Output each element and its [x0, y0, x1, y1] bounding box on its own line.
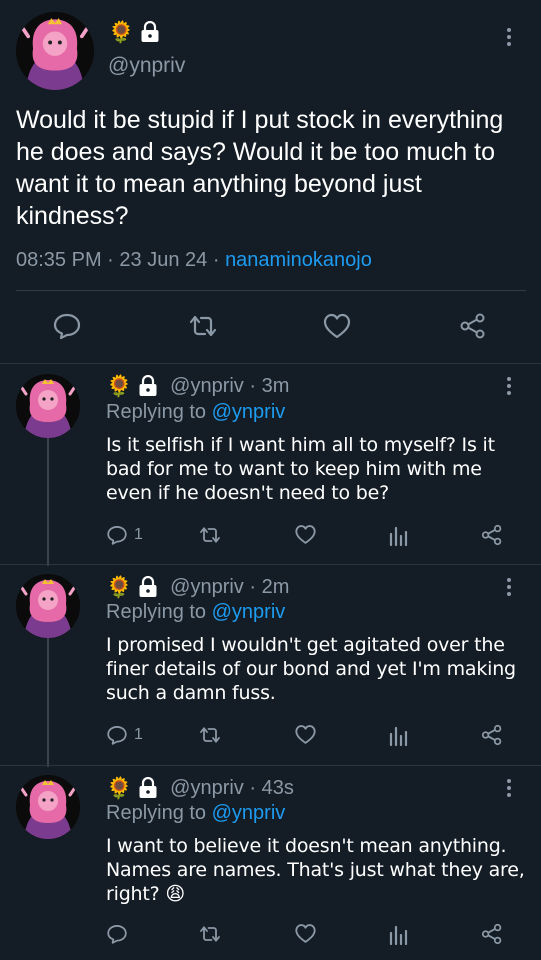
avatar[interactable]	[16, 574, 80, 638]
more-icon[interactable]	[507, 377, 513, 395]
main-tweet-header: 🌻 @ynpriv	[0, 0, 541, 100]
replying-handle[interactable]: @ynpriv	[212, 601, 286, 623]
sunflower-emoji: 🌻	[106, 575, 133, 599]
reply-actions	[0, 921, 541, 951]
lock-icon	[139, 375, 157, 396]
author-handle[interactable]: @ynpriv · 3m	[170, 375, 289, 398]
tweet-metadata: 08:35 PM · 23 Jun 24 · nanaminokanojo	[16, 249, 372, 272]
replying-to: Replying to @ynpriv	[106, 401, 285, 424]
reply-text: I promised I wouldn't get agitated over …	[106, 634, 516, 704]
more-icon[interactable]	[507, 28, 513, 46]
like-icon	[295, 725, 316, 744]
divider	[16, 290, 526, 291]
replying-to: Replying to @ynpriv	[106, 601, 285, 624]
replying-handle[interactable]: @ynpriv	[212, 802, 286, 824]
analytics-button[interactable]	[388, 923, 408, 945]
retweet-button[interactable]	[198, 922, 222, 946]
main-tweet-actions	[0, 306, 541, 348]
like-button[interactable]	[294, 922, 317, 945]
reply-text: I want to believe it doesn't mean anythi…	[106, 835, 525, 905]
share-button[interactable]	[480, 523, 504, 547]
reply-icon	[107, 526, 127, 545]
reply-tweet[interactable]: 🌻 @ynpriv · 43s Replying to @ynpriv I wa…	[0, 766, 541, 960]
reply-count: 1	[134, 726, 143, 743]
more-icon[interactable]	[507, 578, 513, 596]
retweet-icon	[189, 315, 217, 337]
reply-header: 🌻 @ynpriv · 3m	[106, 374, 289, 398]
share-button[interactable]	[458, 311, 488, 341]
reply-tweet[interactable]: 🌻 @ynpriv · 3m Replying to @ynpriv Is it…	[0, 364, 541, 566]
share-icon	[481, 724, 502, 746]
analytics-icon	[389, 925, 408, 945]
sunflower-emoji: 🌻	[106, 776, 133, 800]
share-button[interactable]	[480, 723, 504, 747]
reply-icon	[107, 925, 127, 944]
retweet-icon	[200, 527, 220, 543]
author-handle[interactable]: @ynpriv · 43s	[170, 777, 294, 800]
analytics-icon	[389, 726, 408, 746]
sunflower-emoji: 🌻	[108, 20, 135, 44]
avatar-image	[16, 374, 80, 438]
reply-header: 🌻 @ynpriv · 43s	[106, 776, 294, 800]
share-button[interactable]	[480, 922, 504, 946]
tweet-thread: 🌻 @ynpriv Would it be stupid if I put st…	[0, 0, 541, 960]
reply-icon	[53, 313, 81, 340]
like-button[interactable]	[294, 723, 317, 746]
reply-button[interactable]	[52, 311, 82, 341]
like-icon	[295, 525, 316, 544]
lock-icon	[141, 21, 159, 42]
more-icon[interactable]	[507, 779, 513, 797]
avatar-image	[16, 775, 80, 839]
share-icon	[481, 524, 502, 546]
reply-count: 1	[134, 526, 143, 543]
meta-separator: ·	[107, 249, 114, 271]
avatar[interactable]	[16, 374, 80, 438]
avatar[interactable]	[16, 12, 94, 90]
like-icon	[295, 924, 316, 943]
like-button[interactable]	[294, 523, 317, 546]
replying-label: Replying to	[106, 601, 207, 623]
reply-button[interactable]	[106, 923, 134, 945]
author-badges: 🌻	[108, 20, 160, 44]
reply-actions: 1	[0, 522, 541, 552]
retweet-icon	[200, 926, 220, 942]
reply-header: 🌻 @ynpriv · 2m	[106, 575, 289, 599]
lock-icon	[139, 777, 157, 798]
analytics-button[interactable]	[388, 724, 408, 746]
retweet-button[interactable]	[198, 523, 222, 547]
avatar[interactable]	[16, 775, 80, 839]
sunflower-emoji: 🌻	[106, 374, 133, 398]
meta-separator: ·	[212, 249, 220, 271]
analytics-icon	[389, 526, 408, 546]
replying-label: Replying to	[106, 401, 207, 423]
replying-to: Replying to @ynpriv	[106, 802, 285, 825]
reply-text: Is it selfish if I want him all to mysel…	[106, 434, 495, 504]
tweet-time: 08:35 PM	[16, 249, 102, 271]
replying-label: Replying to	[106, 802, 207, 824]
avatar-image	[16, 574, 80, 638]
share-icon	[460, 313, 485, 339]
tweet-date: 23 Jun 24	[119, 249, 208, 271]
reply-button[interactable]: 1	[106, 724, 143, 746]
reply-tweet[interactable]: 🌻 @ynpriv · 2m Replying to @ynpriv I pro…	[0, 565, 541, 767]
analytics-button[interactable]	[388, 524, 408, 546]
like-icon	[323, 313, 351, 339]
author-handle[interactable]: @ynpriv · 2m	[170, 576, 289, 599]
like-button[interactable]	[322, 311, 352, 341]
reply-icon	[107, 726, 127, 745]
replying-handle[interactable]: @ynpriv	[212, 401, 286, 423]
lock-icon	[139, 576, 157, 597]
retweet-button[interactable]	[198, 723, 222, 747]
source-link[interactable]: nanaminokanojo	[225, 249, 372, 271]
tweet-text: Would it be stupid if I put stock in eve…	[16, 106, 504, 230]
avatar-image	[16, 12, 94, 90]
retweet-icon	[200, 727, 220, 743]
share-icon	[481, 923, 502, 945]
author-handle[interactable]: @ynpriv	[108, 54, 185, 78]
reply-button[interactable]: 1	[106, 524, 143, 546]
reply-actions: 1	[0, 722, 541, 752]
retweet-button[interactable]	[187, 311, 219, 341]
